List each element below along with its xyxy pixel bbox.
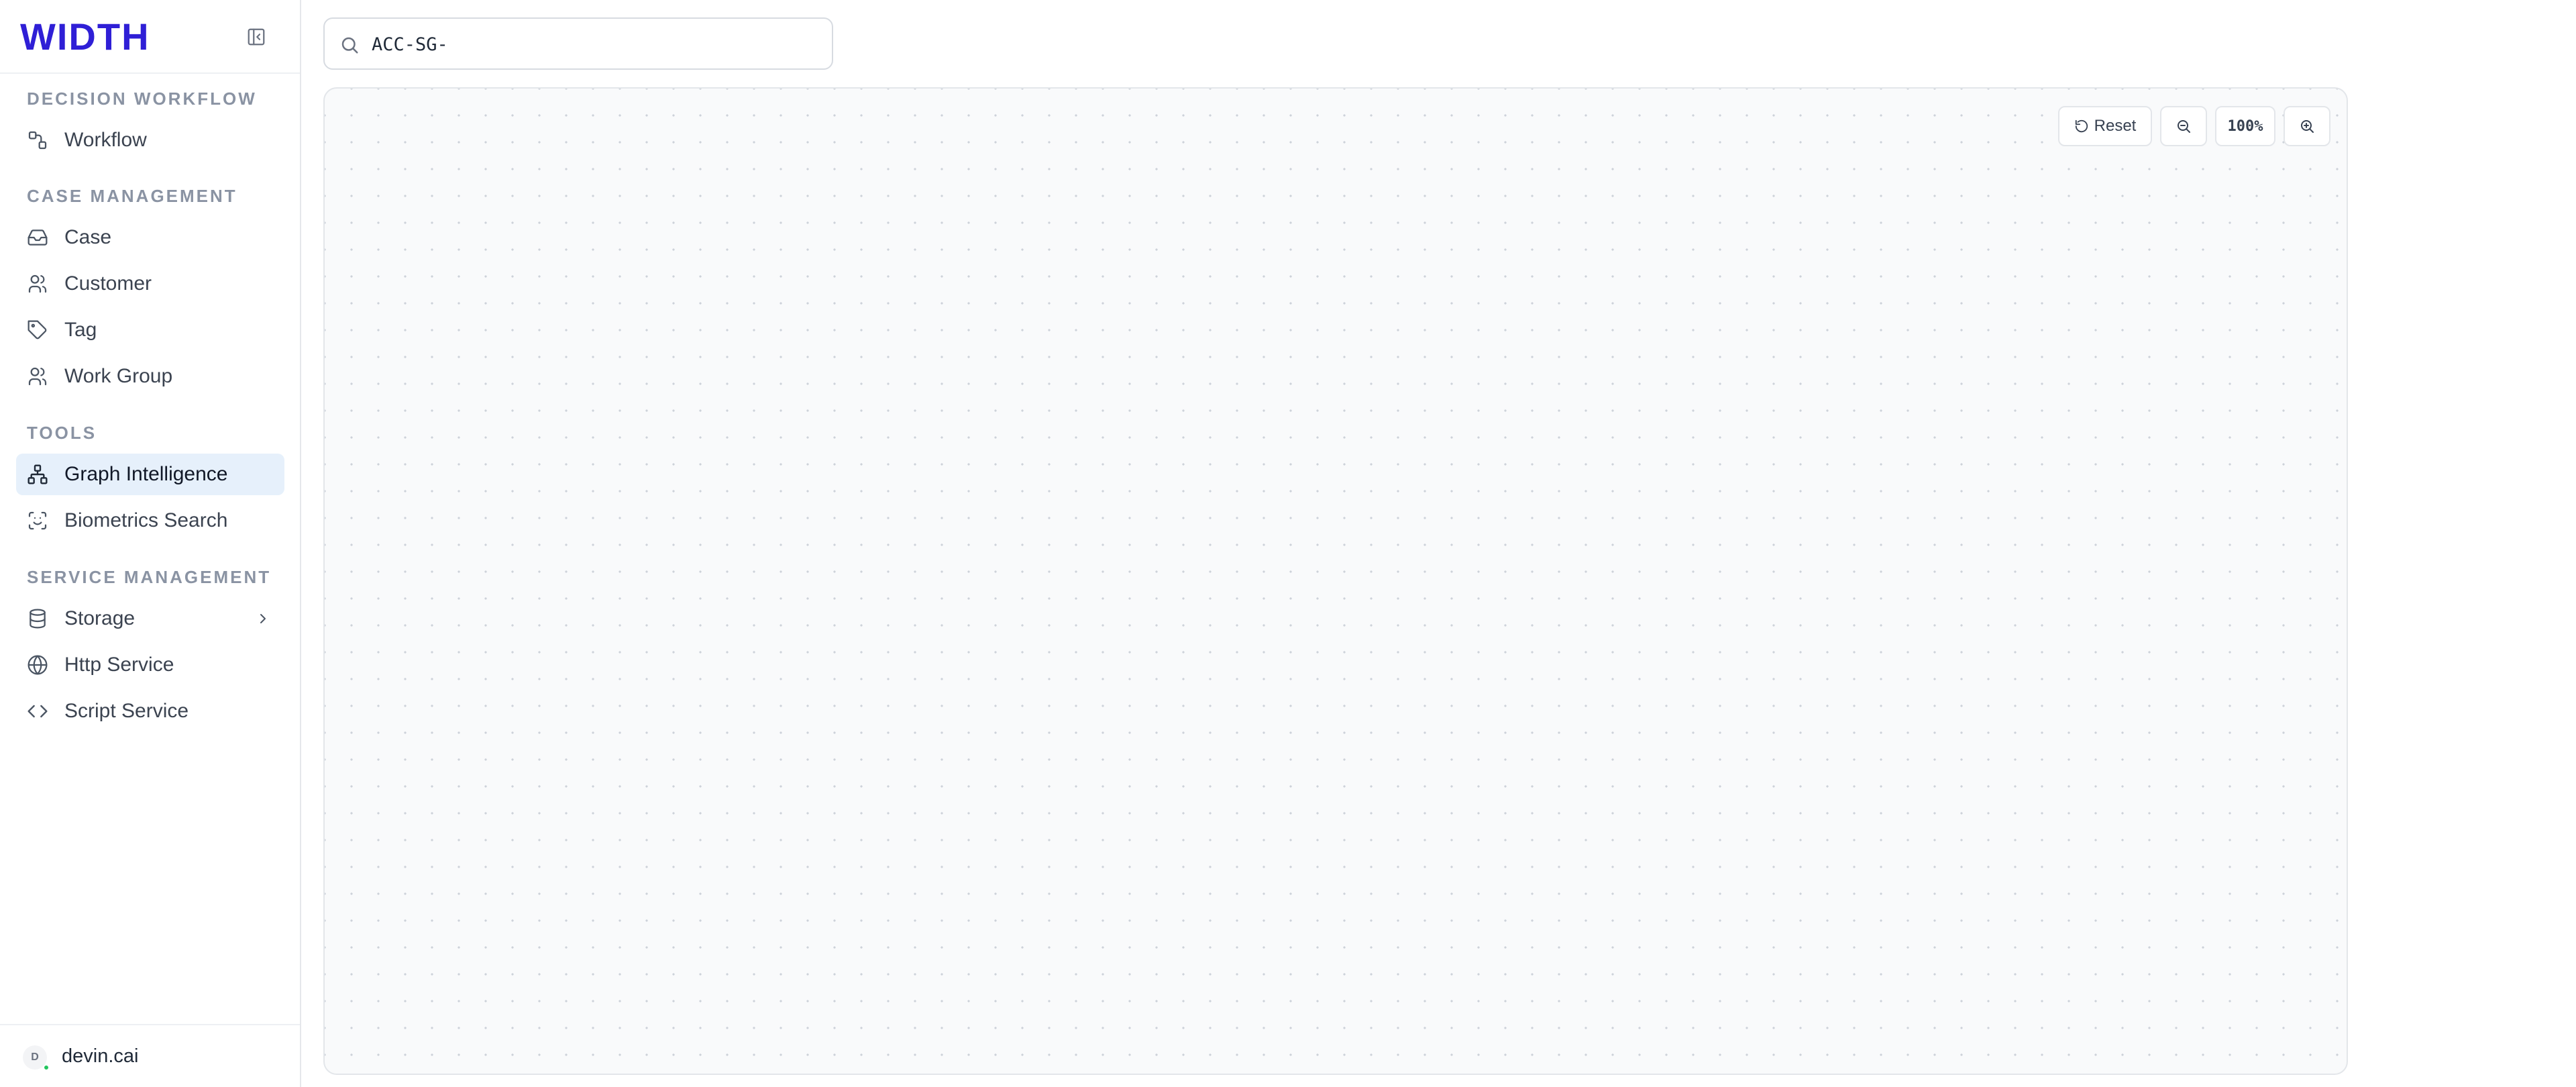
sidebar-item-label: Customer xyxy=(64,272,152,295)
workflow-icon xyxy=(27,130,48,151)
username: devin.cai xyxy=(62,1045,139,1067)
graph-canvas[interactable]: Reset 100% xyxy=(323,87,2348,1075)
sidebar-item-label: Biometrics Search xyxy=(64,509,228,531)
sidebar-item-graph-intelligence[interactable]: Graph Intelligence xyxy=(16,454,284,495)
inbox-icon xyxy=(27,227,48,248)
zoom-out-button[interactable] xyxy=(2160,106,2207,146)
reset-icon xyxy=(2075,119,2088,133)
sidebar-item-workflow[interactable]: Workflow xyxy=(16,119,284,161)
brand-logo-text: WIDTH xyxy=(20,17,150,55)
zoom-in-button[interactable] xyxy=(2284,106,2330,146)
zoom-out-icon xyxy=(2178,120,2190,133)
database-icon xyxy=(27,608,48,629)
reset-button-label: Reset xyxy=(2094,117,2137,135)
sidebar-item-script-service[interactable]: Script Service xyxy=(16,690,284,732)
zoom-level: 100% xyxy=(2215,106,2275,146)
user-menu[interactable]: D devin.cai xyxy=(0,1024,300,1087)
sidebar-item-label: Work Group xyxy=(64,365,173,387)
sidebar-item-label: Http Service xyxy=(64,654,174,676)
search-box[interactable] xyxy=(323,17,833,70)
sidebar-item-storage[interactable]: Storage xyxy=(16,598,284,639)
sidebar-item-label: Script Service xyxy=(64,700,189,722)
sidebar-item-customer[interactable]: Customer xyxy=(16,263,284,305)
reset-button[interactable]: Reset xyxy=(2058,106,2152,146)
globe-icon xyxy=(27,654,48,676)
code-icon xyxy=(27,701,48,722)
sidebar-item-label: Storage xyxy=(64,607,136,629)
sidebar-item-case[interactable]: Case xyxy=(16,217,284,258)
sidebar-item-label: Case xyxy=(64,226,112,248)
users-icon xyxy=(27,366,48,387)
sidebar: WIDTH DECISION WORKFLOW Workflow CASE MA… xyxy=(0,0,301,1087)
brand-logo: WIDTH xyxy=(20,17,150,55)
sidebar-item-http-service[interactable]: Http Service xyxy=(16,644,284,686)
sidebar-item-label: Tag xyxy=(64,319,97,341)
search-icon xyxy=(338,34,361,56)
canvas-toolbar: Reset 100% xyxy=(2058,106,2330,146)
zoom-in-icon xyxy=(2301,120,2314,133)
sidebar-item-label: Workflow xyxy=(64,129,147,151)
section-label-decision-workflow: DECISION WORKFLOW xyxy=(27,89,257,109)
sidebar-collapse-button[interactable] xyxy=(245,25,268,48)
section-label-tools: TOOLS xyxy=(27,423,97,443)
sidebar-item-label: Graph Intelligence xyxy=(64,463,228,485)
tag-icon xyxy=(27,319,48,341)
sidebar-item-tag[interactable]: Tag xyxy=(16,309,284,351)
sidebar-item-biometrics-search[interactable]: Biometrics Search xyxy=(16,500,284,541)
network-icon xyxy=(27,464,48,485)
online-status-dot xyxy=(43,1064,50,1071)
sidebar-item-work-group[interactable]: Work Group xyxy=(16,356,284,397)
users-icon xyxy=(27,273,48,295)
section-label-service-management: SERVICE MANAGEMENT xyxy=(27,567,272,587)
sidebar-collapse-icon xyxy=(248,28,265,46)
face-scan-icon xyxy=(27,510,48,531)
section-label-case-management: CASE MANAGEMENT xyxy=(27,186,237,206)
brand-header: WIDTH xyxy=(0,0,300,74)
chevron-right-icon[interactable] xyxy=(254,609,272,628)
search-input[interactable] xyxy=(372,25,821,63)
